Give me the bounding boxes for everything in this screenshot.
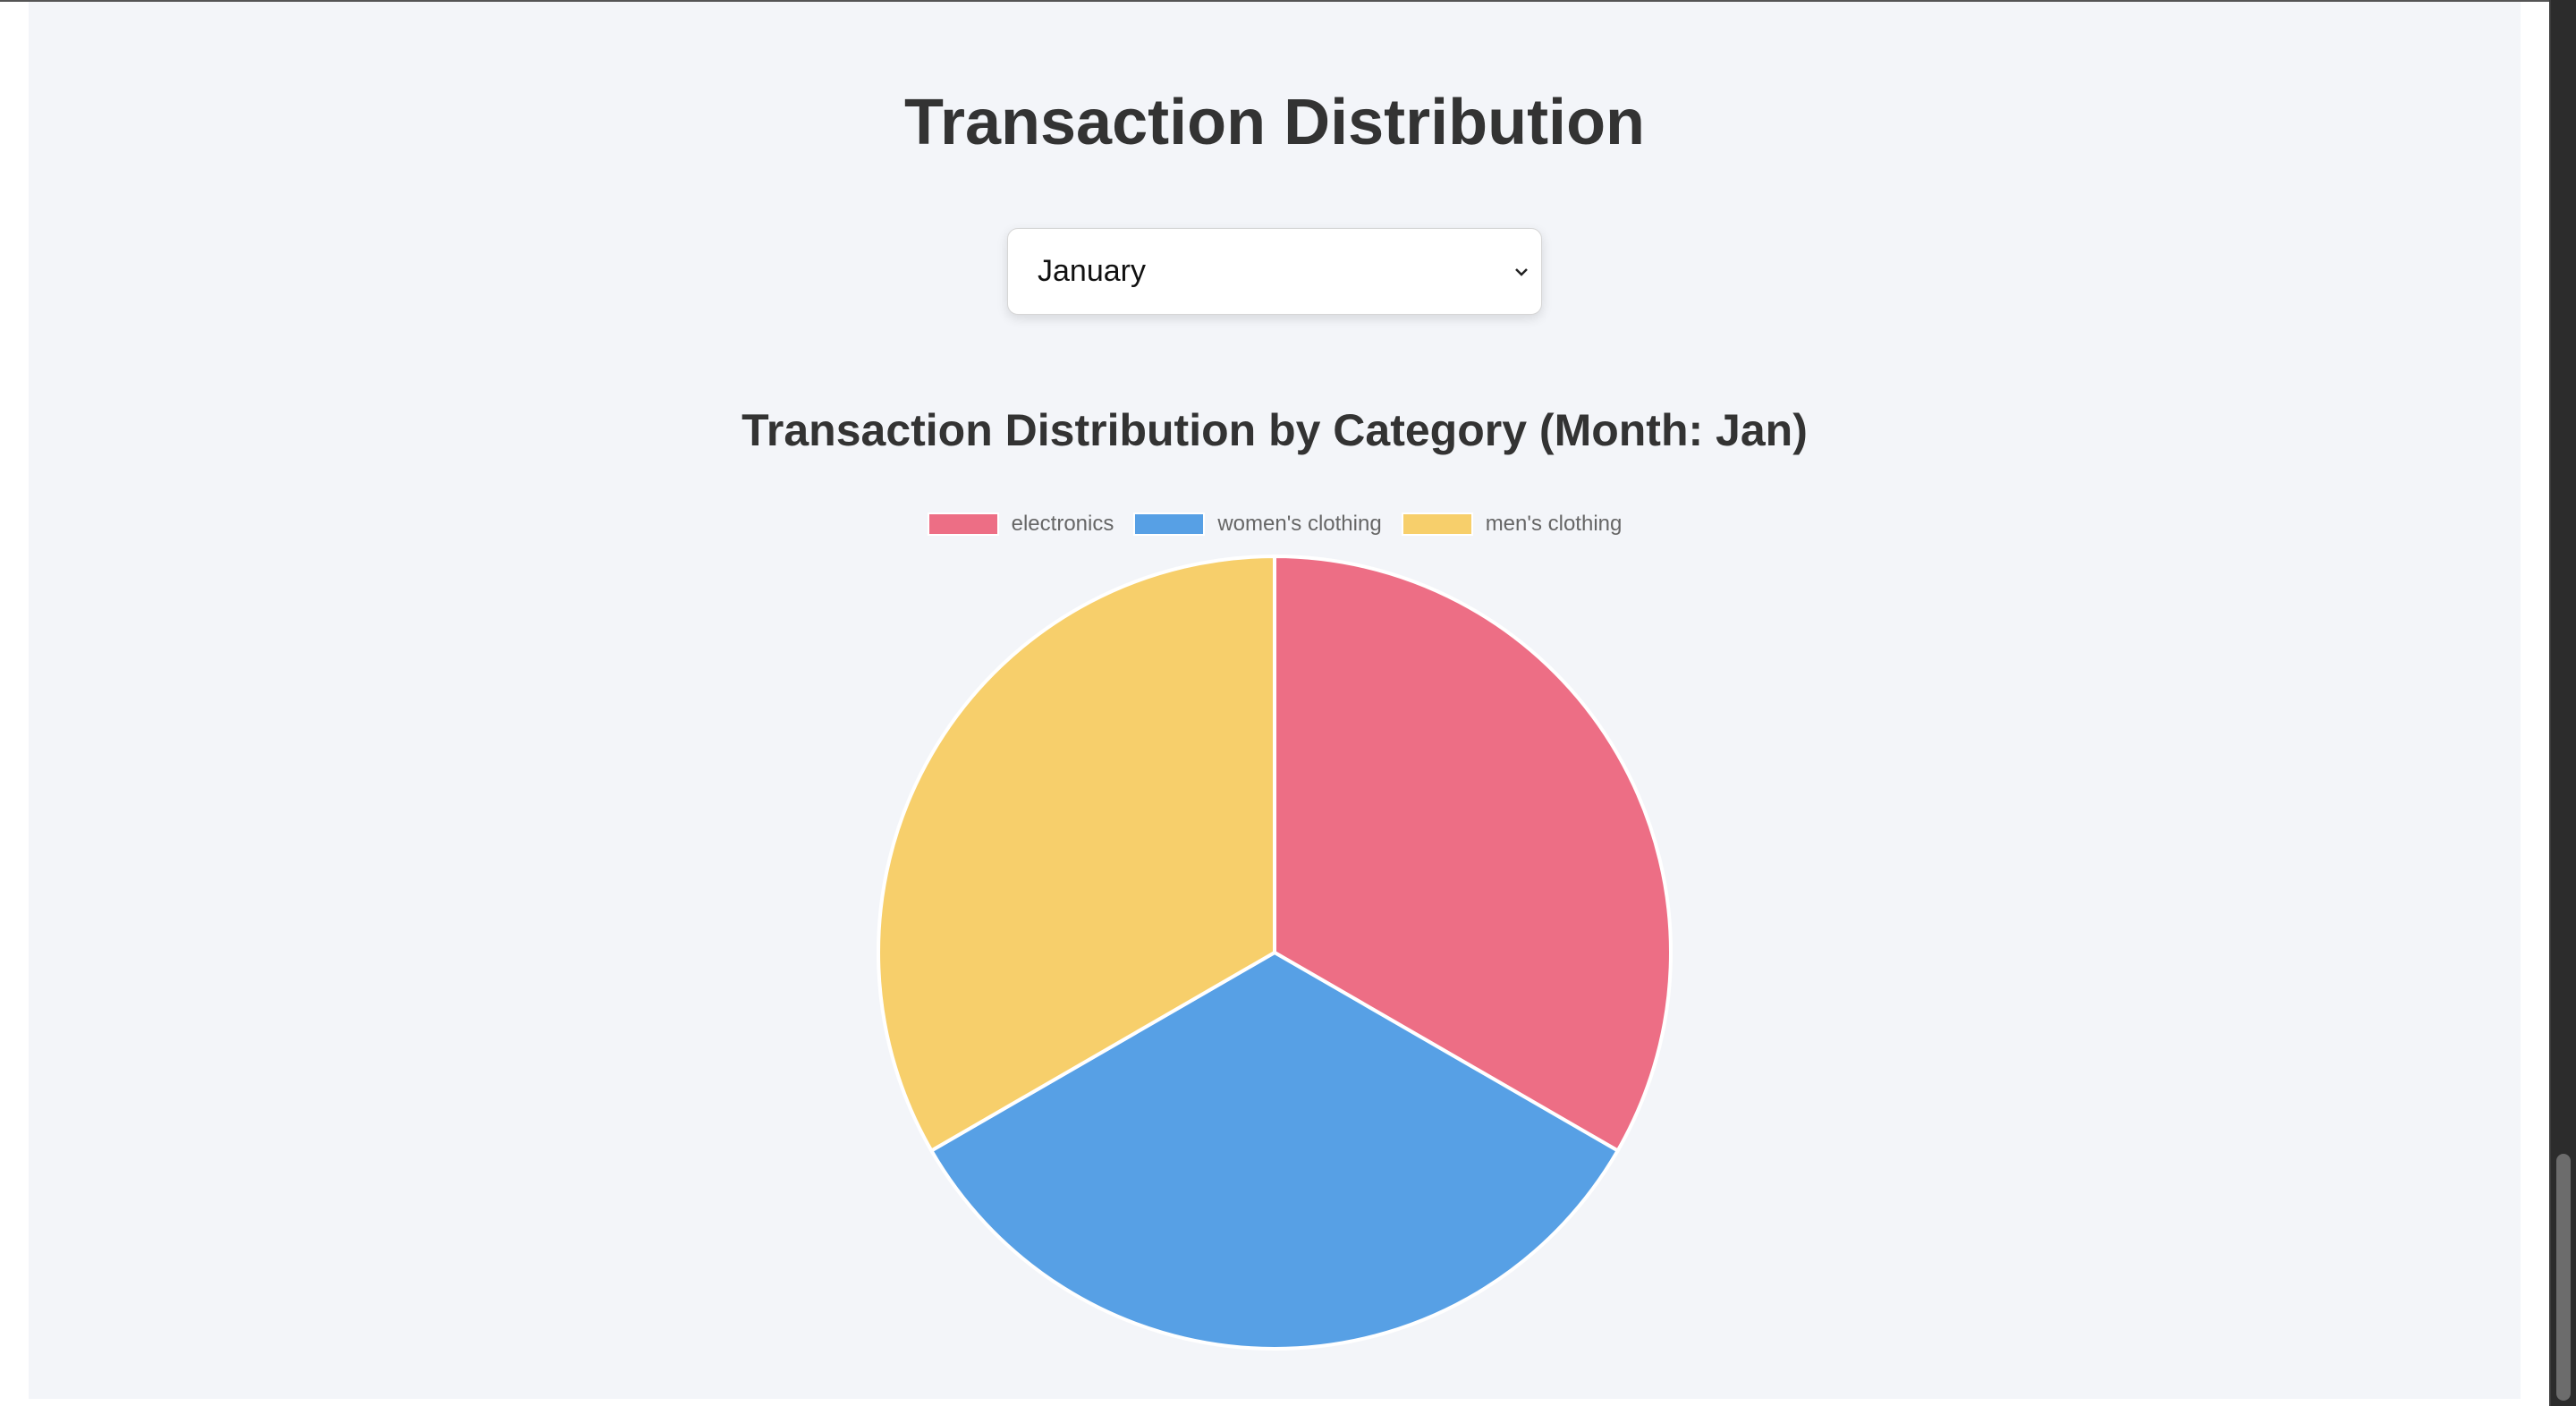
vertical-scrollbar[interactable] — [2549, 0, 2576, 1406]
scrollbar-thumb[interactable] — [2556, 1154, 2571, 1401]
pie-chart — [877, 554, 1673, 1351]
